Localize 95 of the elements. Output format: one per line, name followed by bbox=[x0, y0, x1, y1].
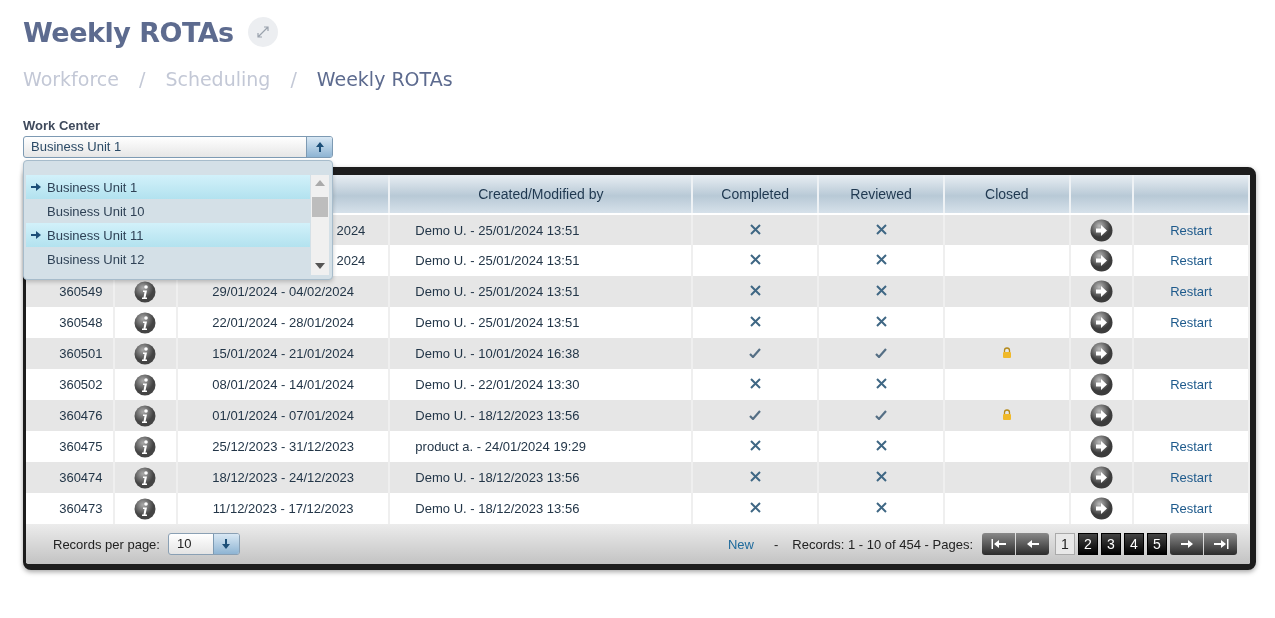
breadcrumb-separator: / bbox=[290, 68, 297, 90]
page-button[interactable]: 1 bbox=[1055, 533, 1075, 555]
breadcrumb-link[interactable]: Weekly ROTAs bbox=[316, 68, 453, 90]
table-cell: Demo U. - 18/12/2023 13:56 bbox=[415, 470, 580, 485]
restart-link[interactable]: Restart bbox=[1170, 284, 1213, 299]
table-cell: Demo U. - 18/12/2023 13:56 bbox=[415, 408, 580, 423]
arrow-button[interactable] bbox=[1089, 466, 1113, 489]
info-icon[interactable] bbox=[134, 342, 157, 365]
table-cell: Demo U. - 25/01/2024 13:51 bbox=[415, 222, 580, 238]
records-per-page-select[interactable]: 10 bbox=[167, 533, 240, 555]
info-icon[interactable] bbox=[134, 497, 157, 520]
records-per-page-label: Records per page: bbox=[53, 536, 160, 552]
restart-link[interactable]: Restart bbox=[1170, 377, 1213, 392]
right-arrow-icon bbox=[1178, 538, 1195, 550]
column-header: Reviewed bbox=[818, 175, 944, 214]
table-cell: 08/01/2024 - 14/01/2024 bbox=[212, 377, 354, 392]
dropdown-option[interactable]: Business Unit 12 bbox=[26, 247, 310, 271]
first-page-button[interactable] bbox=[982, 533, 1015, 555]
table-cell: 01/01/2024 - 07/01/2024 bbox=[212, 408, 354, 423]
last-page-button[interactable] bbox=[1204, 533, 1237, 555]
dropdown-option[interactable]: Business Unit 11 bbox=[26, 223, 310, 247]
table-cell: 360476 bbox=[59, 408, 103, 423]
table-cell: 360473 bbox=[59, 501, 103, 516]
scroll-down-icon bbox=[315, 263, 325, 269]
table-cell: 22/01/2024 - 28/01/2024 bbox=[212, 315, 354, 330]
last-page-icon bbox=[1212, 538, 1229, 550]
table-cell: 11/12/2023 - 17/12/2023 bbox=[212, 501, 354, 516]
table-cell: 18/12/2023 - 24/12/2023 bbox=[212, 470, 354, 485]
table-cell: Demo U. - 25/01/2024 13:51 bbox=[415, 253, 580, 268]
table-cell: Demo U. - 18/12/2023 13:56 bbox=[415, 501, 580, 516]
restart-link[interactable]: Restart bbox=[1170, 470, 1213, 485]
page-button[interactable]: 2 bbox=[1078, 533, 1098, 555]
arrow-button[interactable] bbox=[1089, 342, 1113, 365]
column-header: Completed bbox=[692, 175, 819, 214]
arrow-button[interactable] bbox=[1089, 497, 1113, 520]
expand-icon bbox=[256, 26, 269, 38]
table-cell: Demo U. - 22/01/2024 13:30 bbox=[415, 377, 580, 392]
scrollbar[interactable] bbox=[311, 175, 329, 275]
field-label: Work Center bbox=[23, 118, 102, 133]
dropdown-option[interactable]: Business Unit 1 bbox=[26, 175, 310, 199]
info-icon[interactable] bbox=[134, 466, 157, 489]
scroll-up-icon bbox=[315, 180, 325, 186]
info-icon[interactable] bbox=[134, 373, 157, 396]
table-cell: 360474 bbox=[59, 470, 103, 485]
dropdown-toggle[interactable] bbox=[306, 137, 332, 157]
table-cell: 2024 bbox=[336, 253, 366, 268]
page-button[interactable]: 4 bbox=[1124, 533, 1144, 555]
arrow-icon bbox=[30, 181, 42, 193]
restart-link[interactable]: Restart bbox=[1170, 501, 1213, 516]
table-cell: 25/12/2023 - 31/12/2023 bbox=[212, 439, 354, 454]
table-cell: 360549 bbox=[59, 284, 103, 299]
info-icon[interactable] bbox=[134, 404, 157, 427]
separator-text: - bbox=[774, 536, 779, 552]
table-cell: 360475 bbox=[59, 439, 103, 454]
breadcrumb-separator: / bbox=[138, 68, 146, 90]
arrow-button[interactable] bbox=[1089, 373, 1113, 396]
scroll-thumb[interactable] bbox=[312, 197, 328, 217]
table-cell: Demo U. - 25/01/2024 13:51 bbox=[415, 315, 580, 330]
column-header: Closed bbox=[943, 175, 1070, 214]
column-header: Created/Modified by bbox=[389, 175, 693, 214]
new-link[interactable]: New bbox=[728, 536, 754, 552]
restart-link[interactable]: Restart bbox=[1170, 439, 1213, 454]
arrow-button[interactable] bbox=[1089, 404, 1113, 427]
arrow-button[interactable] bbox=[1089, 280, 1113, 303]
arrow-button[interactable] bbox=[1089, 435, 1113, 458]
records-info: Records: 1 - 10 of 454 - Pages: bbox=[792, 536, 973, 552]
table-cell: 15/01/2024 - 21/01/2024 bbox=[212, 346, 354, 361]
next-page-button[interactable] bbox=[1170, 533, 1203, 555]
page-button[interactable]: 3 bbox=[1101, 533, 1121, 555]
restart-link[interactable]: Restart bbox=[1170, 222, 1213, 238]
first-page-icon bbox=[990, 538, 1007, 550]
restart-link[interactable]: Restart bbox=[1170, 253, 1213, 268]
info-icon[interactable] bbox=[134, 280, 157, 303]
table-cell: Demo U. - 10/01/2024 16:38 bbox=[415, 346, 580, 361]
dropdown-option[interactable]: Business Unit 10 bbox=[26, 199, 310, 223]
arrow-icon bbox=[30, 229, 42, 241]
arrow-button[interactable] bbox=[1089, 249, 1113, 272]
table-cell: 2024 bbox=[336, 222, 366, 238]
page-button[interactable]: 5 bbox=[1147, 533, 1167, 555]
table-cell: 360548 bbox=[59, 315, 103, 330]
table-cell: 360502 bbox=[59, 377, 103, 392]
arrow-icon bbox=[220, 538, 233, 550]
table-cell: 360501 bbox=[59, 346, 103, 361]
restart-link[interactable]: Restart bbox=[1170, 315, 1213, 330]
dropdown-toggle[interactable] bbox=[212, 534, 239, 554]
table-cell: Demo U. - 25/01/2024 13:51 bbox=[415, 284, 580, 299]
info-icon[interactable] bbox=[134, 311, 157, 334]
arrow-icon bbox=[313, 141, 326, 153]
previous-page-button[interactable] bbox=[1016, 533, 1049, 555]
info-icon[interactable] bbox=[134, 435, 157, 458]
arrow-button[interactable] bbox=[1089, 311, 1113, 334]
table-cell: product a. - 24/01/2024 19:29 bbox=[415, 439, 586, 454]
arrow-button[interactable] bbox=[1089, 218, 1113, 242]
page-title: Weekly ROTAs bbox=[23, 16, 234, 48]
table-cell: 29/01/2024 - 04/02/2024 bbox=[212, 284, 354, 299]
